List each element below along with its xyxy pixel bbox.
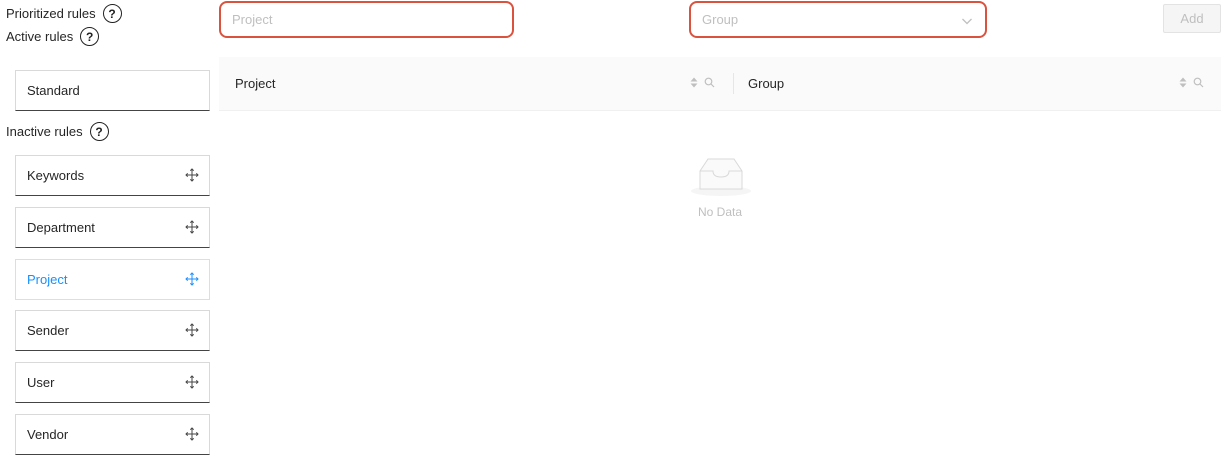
group-select[interactable]: Group: [689, 1, 987, 38]
column-divider: [733, 73, 734, 94]
project-input-placeholder: Project: [232, 12, 273, 27]
project-column-tools: [690, 77, 715, 88]
chevron-down-icon: [962, 18, 972, 25]
drag-move-icon[interactable]: [185, 375, 199, 389]
drag-move-icon[interactable]: [185, 220, 199, 234]
question-circle-icon[interactable]: ?: [102, 4, 122, 23]
question-circle-icon[interactable]: ?: [89, 122, 109, 141]
rule-label: Department: [27, 219, 95, 235]
rule-item-standard[interactable]: Standard: [15, 70, 210, 111]
empty-inbox-icon: [691, 158, 751, 196]
rule-label: Standard: [27, 83, 80, 98]
column-header-group: Group: [748, 57, 784, 110]
question-circle-icon[interactable]: ?: [80, 27, 100, 46]
add-button-label: Add: [1180, 11, 1204, 26]
rule-label: User: [27, 375, 55, 391]
table-header: Project Group: [219, 57, 1221, 111]
rule-label: Vendor: [27, 427, 69, 442]
rule-item-keywords[interactable]: Keywords: [15, 155, 210, 196]
drag-move-icon[interactable]: [185, 427, 199, 441]
rule-label: Sender: [27, 323, 69, 339]
prioritized-rules-text: Prioritized rules: [6, 6, 96, 21]
rule-label: Keywords: [27, 168, 85, 183]
group-select-placeholder: Group: [702, 12, 739, 27]
drag-move-icon[interactable]: [185, 271, 199, 286]
project-input[interactable]: Project: [219, 1, 514, 38]
sort-icon[interactable]: [1179, 77, 1187, 88]
add-button[interactable]: Add: [1163, 4, 1221, 33]
inactive-rules-text: Inactive rules: [6, 124, 83, 139]
rule-item-project[interactable]: Project: [15, 258, 210, 300]
search-icon[interactable]: [1193, 77, 1204, 88]
rule-item-department[interactable]: Department: [15, 206, 210, 248]
drag-move-icon[interactable]: [185, 168, 199, 182]
inactive-rules-label: Inactive rules ?: [6, 122, 109, 141]
drag-move-icon[interactable]: [185, 323, 199, 338]
rule-item-sender[interactable]: Sender: [15, 310, 210, 352]
rule-label: Project: [27, 271, 68, 287]
active-rules-text: Active rules: [6, 29, 74, 44]
active-rules-label: Active rules ?: [6, 27, 100, 46]
empty-state-text: No Data: [697, 205, 743, 219]
column-title: Group: [748, 76, 785, 91]
sort-icon[interactable]: [690, 77, 698, 88]
rule-item-user[interactable]: User: [15, 362, 210, 404]
rule-item-vendor[interactable]: Vendor: [15, 414, 210, 455]
column-header-project: Project: [235, 57, 275, 110]
prioritized-rules-label: Prioritized rules ?: [6, 4, 122, 23]
group-column-tools: [1179, 77, 1204, 88]
search-icon[interactable]: [704, 77, 715, 88]
column-title: Project: [235, 76, 276, 91]
